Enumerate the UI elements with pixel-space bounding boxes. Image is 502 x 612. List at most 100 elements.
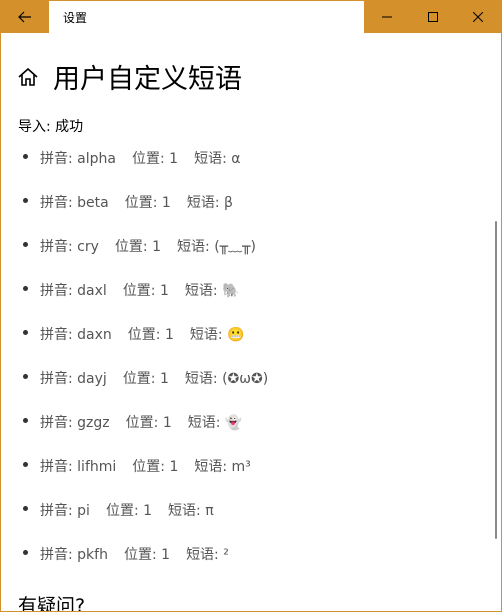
pinyin-label: 拼音:	[40, 151, 73, 167]
position-value: 1	[161, 547, 171, 563]
phrase-entry: 拼音: cry 位置: 1 短语: (╥﹏╥)	[40, 236, 256, 256]
phrase-entry: 拼音: beta 位置: 1 短语: β	[40, 192, 233, 212]
list-item: 拼音: daxn 位置: 1 短语: 😬	[1, 318, 481, 362]
pinyin-value: pkfh	[77, 547, 108, 563]
pinyin-label: 拼音:	[40, 547, 73, 563]
bullet-icon	[23, 154, 28, 159]
phrase-label: 短语:	[194, 151, 227, 167]
phrase-label: 短语:	[177, 239, 210, 255]
phrase-label: 短语:	[186, 547, 219, 563]
position-label: 位置:	[114, 239, 148, 255]
window-title: 设置	[63, 11, 88, 25]
pinyin-label: 拼音:	[40, 327, 73, 343]
import-status: 导入: 成功	[18, 119, 84, 135]
minimize-button[interactable]	[364, 1, 410, 33]
list-item: 拼音: pkfh 位置: 1 短语: ²	[1, 538, 481, 582]
phrase-label: 短语:	[168, 503, 201, 519]
phrase-entry: 拼音: dayj 位置: 1 短语: (✪ω✪)	[40, 368, 268, 388]
position-label: 位置:	[127, 327, 161, 343]
pinyin-value: alpha	[77, 151, 116, 167]
pinyin-label: 拼音:	[40, 459, 73, 475]
minimize-icon	[381, 16, 392, 18]
phrase-entry: 拼音: lifhmi 位置: 1 短语: m³	[40, 456, 251, 476]
list-item: 拼音: gzgz 位置: 1 短语: 👻	[1, 406, 481, 450]
phrase-entry: 拼音: daxn 位置: 1 短语: 😬	[40, 324, 245, 344]
phrase-entry: 拼音: alpha 位置: 1 短语: α	[40, 148, 240, 168]
close-button[interactable]	[455, 1, 501, 33]
pinyin-label: 拼音:	[40, 195, 73, 211]
list-item: 拼音: cry 位置: 1 短语: (╥﹏╥)	[1, 230, 481, 274]
position-label: 位置:	[132, 459, 165, 475]
pinyin-label: 拼音:	[40, 283, 73, 299]
pinyin-value: beta	[77, 195, 109, 211]
bullet-icon	[23, 286, 28, 291]
pinyin-value: pi	[77, 503, 90, 519]
phrase-value: m³	[231, 459, 251, 475]
pinyin-value: gzgz	[77, 415, 110, 431]
position-value: 1	[169, 151, 179, 167]
phrase-entry: 拼音: daxl 位置: 1 短语: 🐘	[40, 280, 240, 300]
page-header: 用户自定义短语	[17, 57, 242, 96]
bullet-icon	[23, 550, 28, 555]
position-label: 位置:	[105, 503, 139, 519]
list-item: 拼音: daxl 位置: 1 短语: 🐘	[1, 274, 481, 318]
phrase-value: 😬	[227, 327, 245, 343]
pinyin-label: 拼音:	[40, 415, 73, 431]
bullet-icon	[23, 374, 28, 379]
phrase-label: 短语:	[184, 371, 218, 387]
settings-window: 设置 用户自定义短语 导入: 成功 拼音: alpha 位置: 1 短语: α 拼音:…	[0, 0, 502, 612]
pinyin-label: 拼音:	[40, 371, 73, 387]
phrase-list: 拼音: alpha 位置: 1 短语: α 拼音: beta 位置: 1 短语: β 拼音:…	[1, 142, 481, 582]
list-item: 拼音: pi 位置: 1 短语: π	[1, 494, 481, 538]
position-value: 1	[162, 415, 172, 431]
list-item: 拼音: dayj 位置: 1 短语: (✪ω✪)	[1, 362, 481, 406]
phrase-label: 短语:	[194, 459, 228, 475]
pinyin-value: daxn	[77, 327, 112, 343]
phrase-value: 👻	[224, 415, 243, 431]
position-value: 1	[169, 459, 179, 475]
pinyin-value: cry	[77, 239, 99, 255]
position-label: 位置:	[125, 415, 159, 431]
phrase-value: α	[231, 151, 241, 167]
pinyin-value: lifhmi	[77, 459, 117, 475]
position-label: 位置:	[123, 547, 157, 563]
phrase-value: ²	[223, 547, 229, 563]
phrase-entry: 拼音: pi 位置: 1 短语: π	[40, 500, 214, 520]
position-value: 1	[161, 195, 171, 211]
position-value: 1	[159, 283, 169, 299]
phrase-value: π	[205, 503, 214, 519]
position-label: 位置:	[122, 283, 156, 299]
list-item: 拼音: beta 位置: 1 短语: β	[1, 186, 481, 230]
back-button[interactable]	[1, 1, 49, 33]
maximize-icon	[427, 12, 438, 22]
window-controls	[364, 1, 501, 33]
pinyin-label: 拼音:	[40, 239, 73, 255]
phrase-value: (╥﹏╥)	[214, 239, 256, 255]
list-item: 拼音: lifhmi 位置: 1 短语: m³	[1, 450, 481, 494]
bullet-icon	[23, 506, 28, 511]
pinyin-label: 拼音:	[40, 503, 73, 519]
title-bar: 设置	[1, 1, 501, 33]
scrollbar[interactable]	[495, 221, 497, 539]
position-label: 位置:	[131, 151, 165, 167]
faq-heading: 有疑问?	[18, 595, 86, 612]
home-icon	[18, 67, 38, 86]
phrase-entry: 拼音: gzgz 位置: 1 短语: 👻	[40, 412, 242, 432]
phrase-value: β	[224, 195, 233, 211]
phrase-entry: 拼音: pkfh 位置: 1 短语: ²	[40, 544, 229, 564]
window-title-area: 设置	[49, 1, 364, 33]
bullet-icon	[23, 198, 28, 203]
pinyin-value: dayj	[77, 371, 107, 387]
bullet-icon	[23, 418, 28, 423]
phrase-value: (✪ω✪)	[222, 371, 269, 387]
close-icon	[473, 12, 484, 22]
maximize-button[interactable]	[410, 1, 456, 33]
phrase-label: 短语:	[189, 327, 223, 343]
phrase-value: 🐘	[222, 283, 240, 299]
list-item: 拼音: alpha 位置: 1 短语: α	[1, 142, 481, 186]
phrase-label: 短语:	[186, 195, 220, 211]
page-title: 用户自定义短语	[53, 64, 242, 95]
phrase-label: 短语:	[184, 283, 218, 299]
pinyin-value: daxl	[77, 283, 107, 299]
position-value: 1	[164, 327, 174, 343]
